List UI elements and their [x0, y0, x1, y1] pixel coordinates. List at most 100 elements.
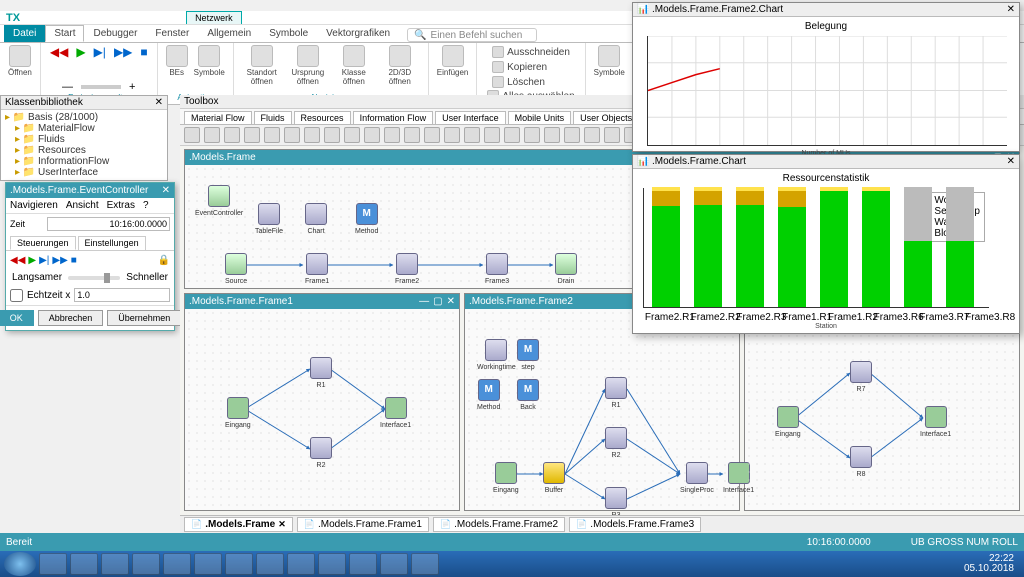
ok-button[interactable]: OK	[0, 310, 34, 326]
node-back[interactable]: MBack	[517, 379, 539, 412]
doctab-frame[interactable]: 📄 .Models.Frame ✕	[184, 517, 293, 532]
taskbar-firefox[interactable]	[132, 553, 160, 575]
taskbar-onenote[interactable]	[318, 553, 346, 575]
toolbox-tab-informationflow[interactable]: Information Flow	[353, 111, 434, 124]
tool-frame[interactable]	[224, 127, 240, 143]
node-r2[interactable]: R2	[310, 437, 332, 470]
evctl-menu-nav[interactable]: Navigieren	[10, 200, 58, 211]
node-frame2[interactable]: Frame2	[395, 253, 419, 286]
tool-cursor[interactable]	[184, 127, 200, 143]
plus-button[interactable]: +	[129, 81, 135, 93]
tool-drain[interactable]	[264, 127, 280, 143]
context-tab-network[interactable]: Netzwerk	[186, 11, 242, 24]
classlib-close-icon[interactable]: ✕	[155, 97, 163, 108]
tool-x5[interactable]	[484, 127, 500, 143]
taskbar-ie[interactable]	[225, 553, 253, 575]
tool-parallel[interactable]	[304, 127, 320, 143]
symbole-tab[interactable]: Symbole	[260, 25, 317, 42]
evctl-menu-help[interactable]: ?	[143, 200, 149, 211]
tool-source[interactable]	[244, 127, 260, 143]
start-tab[interactable]: Start	[45, 25, 84, 42]
node-step[interactable]: Mstep	[517, 339, 539, 372]
node-r2[interactable]: R2	[605, 427, 627, 460]
taskbar-powerpoint[interactable]	[287, 553, 315, 575]
cancel-button[interactable]: Abbrechen	[38, 310, 104, 326]
node-r1[interactable]: R1	[310, 357, 332, 390]
node-source[interactable]: Source	[225, 253, 247, 286]
tool-buffer[interactable]	[344, 127, 360, 143]
taskbar-app14[interactable]	[411, 553, 439, 575]
frame2-canvas[interactable]: Workingtime Mstep MMethod MBack Eingang …	[465, 309, 739, 510]
taskbar-explorer[interactable]	[194, 553, 222, 575]
min-icon[interactable]: —	[419, 296, 429, 307]
ev-stop[interactable]: ■	[71, 255, 77, 266]
frame3-canvas[interactable]: Eingang R7 R8 Interface1	[745, 308, 1019, 510]
ev-play[interactable]: ▶	[28, 255, 36, 266]
standort-button[interactable]: Standort öffnen	[242, 45, 282, 86]
evctl-menu-view[interactable]: Ansicht	[66, 200, 99, 211]
close-icon[interactable]: ✕	[447, 296, 455, 307]
tool-x10[interactable]	[584, 127, 600, 143]
toolbox-tab-resources[interactable]: Resources	[294, 111, 351, 124]
vektor-tab[interactable]: Vektorgrafiken	[317, 25, 399, 42]
tool-track[interactable]	[384, 127, 400, 143]
fenster-tab[interactable]: Fenster	[146, 25, 198, 42]
node-frame3[interactable]: Frame3	[485, 253, 509, 286]
node-interface1[interactable]: Interface1	[380, 397, 411, 430]
minus-button[interactable]: —	[62, 81, 73, 93]
tool-x11[interactable]	[604, 127, 620, 143]
symbole-button[interactable]: Symbole	[194, 45, 225, 77]
tool-x8[interactable]	[544, 127, 560, 143]
tool-x6[interactable]	[504, 127, 520, 143]
klasse-button[interactable]: Klasse öffnen	[334, 45, 374, 86]
ev-rewind[interactable]: ◀◀	[10, 255, 25, 266]
tool-x9[interactable]	[564, 127, 580, 143]
allgemein-tab[interactable]: Allgemein	[198, 25, 260, 42]
node-workingtime[interactable]: Workingtime	[477, 339, 516, 372]
stop-button[interactable]: ■	[140, 45, 147, 59]
node-eventcontroller[interactable]: EventController	[195, 185, 243, 218]
speed-slider[interactable]	[81, 85, 121, 89]
debugger-tab[interactable]: Debugger	[84, 25, 146, 42]
evctl-close-icon[interactable]: ✕	[162, 185, 170, 196]
tool-x3[interactable]	[444, 127, 460, 143]
tool-x1[interactable]	[404, 127, 420, 143]
play-button[interactable]: ▶	[76, 45, 85, 59]
einfugen-button[interactable]: Einfügen	[437, 45, 469, 77]
rewind-button[interactable]: ◀◀	[50, 45, 68, 59]
node-drain[interactable]: Drain	[555, 253, 577, 286]
tool-assembly[interactable]	[324, 127, 340, 143]
node-eingang[interactable]: Eingang	[493, 462, 519, 495]
taskbar-project[interactable]	[101, 553, 129, 575]
doctab-frame2[interactable]: 📄 .Models.Frame.Frame2	[433, 517, 565, 532]
tool-connector[interactable]	[204, 127, 220, 143]
belegung-close-icon[interactable]: ✕	[1007, 4, 1015, 15]
ev-ff[interactable]: ▶▶	[52, 255, 67, 266]
tool-x2[interactable]	[424, 127, 440, 143]
ff-button[interactable]: ▶▶	[114, 45, 132, 59]
taskbar-excel[interactable]	[163, 553, 191, 575]
max-icon[interactable]: ▢	[433, 296, 442, 307]
copy-button[interactable]: Kopieren	[490, 60, 549, 74]
taskbar-reader[interactable]	[349, 553, 377, 575]
command-search[interactable]: 🔍 Einen Befehl suchen	[407, 28, 537, 42]
node-r1[interactable]: R1	[605, 377, 627, 410]
file-tab[interactable]: Datei	[4, 25, 45, 42]
ev-step[interactable]: ▶|	[39, 255, 49, 266]
evctl-menu-extras[interactable]: Extras	[107, 200, 135, 211]
step-button[interactable]: ▶|	[94, 45, 106, 59]
cut-button[interactable]: Ausschneiden	[490, 45, 572, 59]
toolbox-tab-user[interactable]: User Objects	[573, 111, 639, 124]
delete-button[interactable]: Löschen	[490, 75, 547, 89]
node-eingang[interactable]: Eingang	[775, 406, 801, 439]
node-tablefile[interactable]: TableFile	[255, 203, 283, 236]
start-button[interactable]	[4, 552, 36, 576]
speed-slider[interactable]	[68, 276, 120, 280]
tab-einstellungen[interactable]: Einstellungen	[78, 236, 146, 250]
taskbar-media[interactable]	[70, 553, 98, 575]
node-method[interactable]: MMethod	[477, 379, 500, 412]
echtzeit-factor[interactable]	[74, 288, 170, 302]
taskbar-word[interactable]	[39, 553, 67, 575]
tab-steuerungen[interactable]: Steuerungen	[10, 236, 76, 250]
node-method[interactable]: MMethod	[355, 203, 378, 236]
